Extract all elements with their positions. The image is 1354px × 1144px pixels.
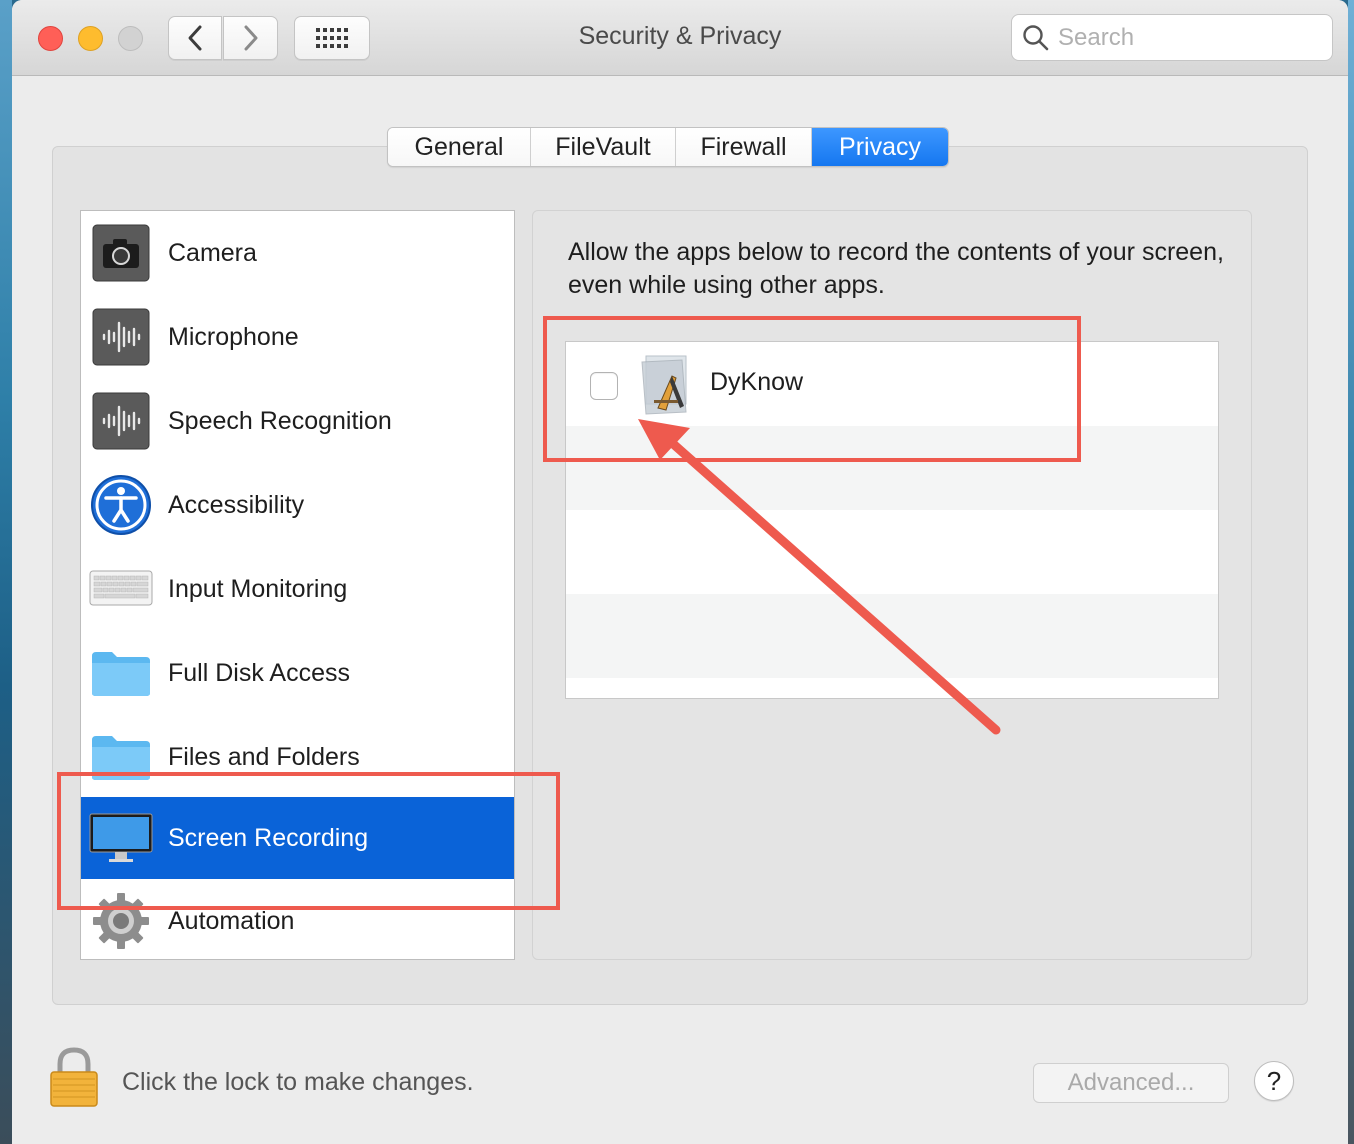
lock-icon[interactable] <box>48 1046 100 1108</box>
title-bar: Security & Privacy <box>12 0 1348 76</box>
tab-bar: General FileVault Firewall Privacy <box>387 127 949 167</box>
lock-status-text: Click the lock to make changes. <box>122 1068 474 1096</box>
sidebar-item-camera[interactable]: Camera <box>81 211 514 295</box>
empty-list-row <box>566 594 1218 678</box>
tab-privacy[interactable]: Privacy <box>812 128 948 166</box>
tab-general[interactable]: General <box>388 128 531 166</box>
annotation-highlight-sidebar <box>57 772 560 910</box>
sidebar-item-label: Speech Recognition <box>168 406 392 435</box>
microphone-icon <box>89 305 153 369</box>
help-button[interactable]: ? <box>1254 1061 1294 1101</box>
sidebar-item-full-disk-access[interactable]: Full Disk Access <box>81 631 514 715</box>
sidebar-item-label: Automation <box>168 906 295 935</box>
sidebar-item-label: Files and Folders <box>168 742 360 771</box>
sidebar-item-label: Microphone <box>168 322 299 351</box>
tab-firewall[interactable]: Firewall <box>676 128 812 166</box>
sidebar-item-microphone[interactable]: Microphone <box>81 295 514 379</box>
empty-list-row <box>566 510 1218 594</box>
search-icon <box>1023 24 1049 50</box>
desktop-background-right <box>1348 0 1354 1144</box>
sidebar-item-input-monitoring[interactable]: Input Monitoring <box>81 547 514 631</box>
sidebar-item-label: Accessibility <box>168 490 305 519</box>
search-field[interactable] <box>1011 14 1333 61</box>
advanced-button[interactable]: Advanced... <box>1033 1063 1229 1103</box>
screen-recording-description: Allow the apps below to record the conte… <box>568 238 1224 299</box>
sidebar-item-label: Input Monitoring <box>168 574 348 603</box>
annotation-highlight-app <box>543 316 1081 462</box>
search-input[interactable] <box>1058 23 1318 52</box>
camera-icon <box>89 221 153 285</box>
sidebar-item-label: Camera <box>168 238 257 267</box>
sidebar-item-speech-recognition[interactable]: Speech Recognition <box>81 379 514 463</box>
speech-recognition-icon <box>89 389 153 453</box>
desktop-background <box>0 0 12 1144</box>
sidebar-item-accessibility[interactable]: Accessibility <box>81 463 514 547</box>
accessibility-icon <box>89 473 153 537</box>
keyboard-icon <box>89 557 153 621</box>
folder-icon <box>89 641 153 705</box>
sidebar-item-label: Full Disk Access <box>168 658 350 687</box>
tab-filevault[interactable]: FileVault <box>531 128 676 166</box>
